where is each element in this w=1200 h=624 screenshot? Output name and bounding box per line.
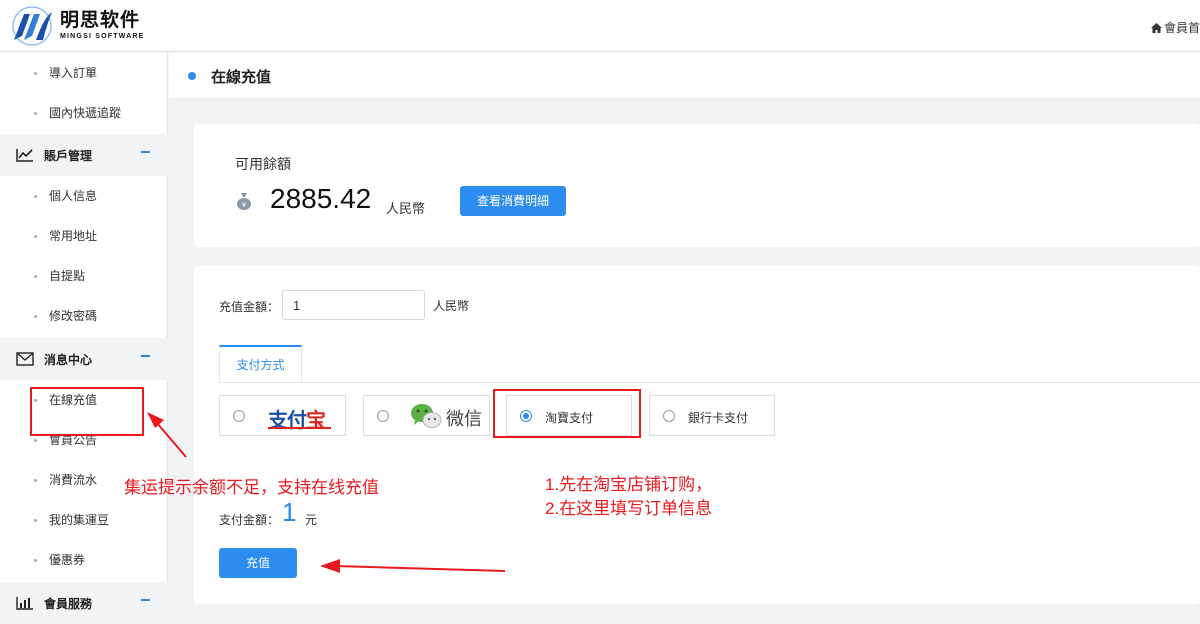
page-header: 在線充值: [169, 53, 1200, 99]
bullet-dot: [34, 112, 37, 115]
pay-option-bankcard[interactable]: 銀行卡支付: [649, 395, 775, 436]
bullet-dot: [34, 72, 37, 75]
title-dot-icon: [188, 72, 196, 80]
sidebar-item-label: 修改密碼: [49, 309, 98, 323]
bullet-dot: [34, 195, 37, 198]
sidebar-group-account[interactable]: 賬戶管理 −: [0, 134, 168, 176]
sidebar-item-label: 個人信息: [49, 189, 98, 203]
wechat-logo-icon: [411, 404, 442, 428]
sidebar-item-pickup-point[interactable]: 自提點: [0, 256, 168, 296]
sidebar-item-addresses[interactable]: 常用地址: [0, 216, 168, 256]
balance-card: 可用餘額 ¥ 2885.42 人民幣 查看消費明細: [194, 124, 1200, 247]
sidebar-item-label: 自提點: [49, 269, 86, 283]
amount-input[interactable]: [282, 290, 425, 320]
brand-name-cn: 明思软件: [60, 10, 141, 31]
balance-unit: 人民幣: [386, 201, 426, 216]
member-home-label: 會員首: [1163, 21, 1200, 35]
recharge-button[interactable]: 充值: [219, 548, 297, 578]
radio-bankcard[interactable]: [663, 410, 675, 422]
sidebar-item-coupons[interactable]: 優惠券: [0, 540, 168, 580]
page-title: 在線充值: [211, 69, 272, 86]
mail-icon: [16, 352, 34, 366]
sidebar-item-label: 優惠券: [49, 553, 86, 567]
highlight-box-sidebar: [30, 387, 144, 436]
recharge-card: 充值金額： 人民幣 支付方式 支付宝 微信 淘寶支付 銀行卡支付 支付金額： 1…: [194, 266, 1200, 604]
highlight-box-taobao: [493, 389, 641, 438]
radio-wechat[interactable]: [377, 410, 389, 422]
sidebar-group-label: 賬戶管理: [44, 149, 93, 163]
bullet-dot: [34, 439, 37, 442]
bar-chart-icon: [16, 597, 33, 610]
balance-label: 可用餘額: [235, 156, 291, 172]
sidebar-group-label: 會員服務: [44, 597, 93, 611]
chart-line-icon: [16, 149, 33, 162]
logo-mark-icon: [12, 6, 52, 46]
pay-total-value: 1: [282, 497, 297, 527]
sidebar-item-beans[interactable]: 我的集運豆: [0, 500, 168, 540]
tab-payment-method[interactable]: 支付方式: [219, 345, 302, 382]
wechat-label: 微信: [446, 409, 482, 429]
tab-divider: [219, 382, 1200, 383]
bullet-dot: [34, 559, 37, 562]
sidebar-group-message[interactable]: 消息中心 −: [0, 338, 168, 380]
collapse-icon[interactable]: −: [140, 142, 151, 163]
annotation-note-left: 集运提示余额不足，支持在线充值: [124, 478, 379, 497]
money-bag-icon: ¥: [237, 193, 251, 210]
brand-logo[interactable]: 明思软件 MINGSI SOFTWARE: [10, 6, 145, 46]
sidebar-item-import-order[interactable]: 導入訂單: [0, 53, 168, 93]
bankcard-label: 銀行卡支付: [688, 411, 749, 425]
sidebar-item-label: 常用地址: [49, 229, 98, 243]
sidebar-group-label: 消息中心: [44, 353, 93, 367]
pay-total-unit: 元: [305, 513, 318, 527]
annotation-note-right-1: 1.先在淘宝店铺订购，: [545, 475, 713, 494]
view-details-button[interactable]: 查看消費明細: [460, 186, 566, 216]
pay-option-wechat[interactable]: 微信: [363, 395, 490, 436]
sidebar-item-label: 我的集運豆: [49, 513, 110, 527]
sidebar-item-change-password[interactable]: 修改密碼: [0, 296, 168, 336]
sidebar-item-label: 導入訂單: [49, 66, 98, 80]
home-icon: [1150, 23, 1162, 33]
sidebar-item-label: 國內快遞追蹤: [49, 106, 122, 120]
bullet-dot: [34, 479, 37, 482]
amount-unit: 人民幣: [433, 299, 470, 313]
top-bar: 明思软件 MINGSI SOFTWARE 會員首: [0, 0, 1200, 52]
collapse-icon[interactable]: −: [140, 590, 151, 611]
bullet-dot: [34, 519, 37, 522]
collapse-icon[interactable]: −: [140, 346, 151, 367]
bullet-dot: [34, 315, 37, 318]
pay-total-label: 支付金額：: [219, 513, 280, 527]
sidebar-item-label: 消費流水: [49, 473, 98, 487]
balance-value: 2885.42: [270, 183, 372, 214]
sidebar: 導入訂單 國內快遞追蹤 賬戶管理 − 個人信息 常用地址 自提點 修改密碼 消息…: [0, 53, 168, 624]
annotation-note-right-2: 2.在这里填写订单信息: [545, 499, 713, 518]
radio-alipay[interactable]: [233, 410, 245, 422]
bullet-dot: [34, 275, 37, 278]
bullet-dot: [34, 235, 37, 238]
sidebar-item-personal-info[interactable]: 個人信息: [0, 176, 168, 216]
alipay-underline: [268, 427, 331, 429]
member-home-link[interactable]: 會員首: [1150, 19, 1200, 36]
pay-option-alipay[interactable]: 支付宝: [219, 395, 346, 436]
sidebar-item-express-tracking[interactable]: 國內快遞追蹤: [0, 93, 168, 133]
brand-name-en: MINGSI SOFTWARE: [60, 33, 145, 40]
svg-text:¥: ¥: [242, 202, 246, 209]
amount-label: 充值金額：: [219, 300, 280, 314]
